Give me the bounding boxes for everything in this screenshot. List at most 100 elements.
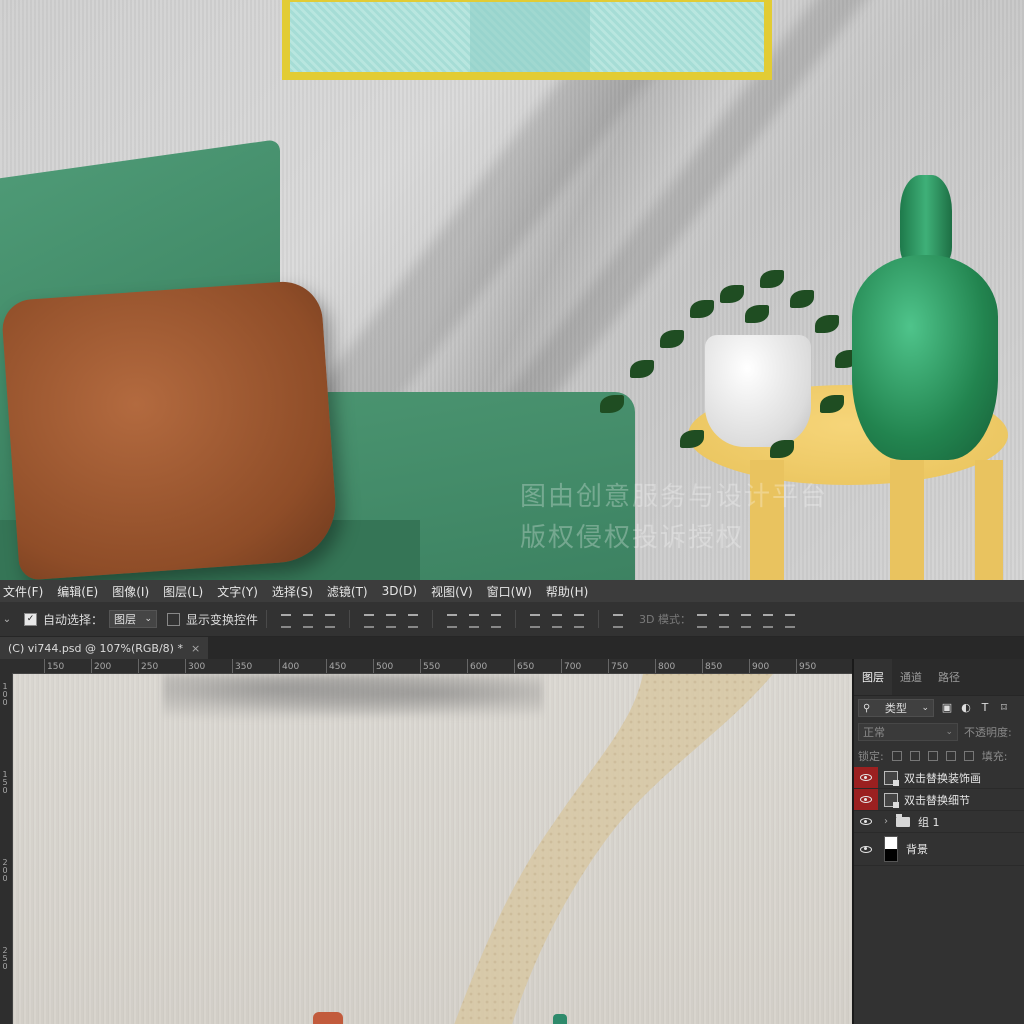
blend-mode-value: 正常 bbox=[863, 726, 885, 739]
align-bottom-icon[interactable] bbox=[323, 612, 337, 628]
options-bar: ⌄ ✓ 自动选择： 图层 ⌄ 显示变换控件 3D 模式： bbox=[0, 602, 1024, 637]
tab-channels[interactable]: 通道 bbox=[892, 659, 930, 695]
distribute-left-icon[interactable] bbox=[528, 612, 542, 628]
layer-row[interactable]: › 组 1 bbox=[854, 811, 1024, 833]
tab-layers[interactable]: 图层 bbox=[854, 659, 892, 695]
layer-name: 组 1 bbox=[918, 815, 940, 829]
auto-select-checkbox[interactable]: ✓ bbox=[24, 612, 37, 626]
layer-kind-dropdown[interactable]: ⚲ 类型 ⌄ bbox=[858, 699, 934, 717]
ruler-tick-label: 350 bbox=[231, 659, 253, 673]
ruler-tick-label: 850 bbox=[701, 659, 723, 673]
distribute-bottom-icon[interactable] bbox=[489, 612, 503, 628]
lock-transparent-icon[interactable] bbox=[891, 751, 902, 761]
blend-mode-dropdown[interactable]: 正常 ⌄ bbox=[858, 723, 958, 741]
auto-select-dropdown[interactable]: 图层 ⌄ bbox=[109, 610, 158, 628]
type-filter-icon[interactable]: T bbox=[979, 702, 991, 714]
mode-3d-label: 3D 模式： bbox=[639, 613, 691, 626]
menu-file[interactable]: 文件(F) bbox=[0, 583, 50, 600]
menu-filter[interactable]: 滤镜(T) bbox=[320, 583, 375, 600]
layer-row[interactable]: 背景 bbox=[854, 833, 1024, 866]
eye-icon bbox=[860, 774, 872, 781]
menu-window[interactable]: 窗口(W) bbox=[480, 583, 539, 600]
wall-picture-frame bbox=[282, 0, 772, 80]
search-icon: ⚲ bbox=[863, 702, 871, 714]
show-transform-label: 显示变换控件 bbox=[186, 612, 259, 627]
divider bbox=[432, 610, 434, 628]
image-filter-icon[interactable]: ▣ bbox=[941, 702, 953, 714]
lock-row: 锁定: 填充: bbox=[854, 744, 1024, 768]
canvas-object-edge bbox=[553, 1014, 567, 1024]
shape-filter-icon[interactable]: ⌑ bbox=[998, 702, 1010, 714]
visibility-toggle[interactable] bbox=[854, 767, 878, 788]
panel-tabs: 图层 通道 路径 bbox=[854, 659, 1024, 696]
blend-row: 正常 ⌄ 不透明度: bbox=[854, 720, 1024, 744]
chevron-right-icon[interactable]: › bbox=[884, 816, 894, 827]
ruler-tick-label: 400 bbox=[278, 659, 300, 673]
distribute-center-icon[interactable] bbox=[467, 612, 481, 628]
orbit-3d-icon[interactable] bbox=[695, 612, 709, 628]
ruler-tick-label: 650 bbox=[513, 659, 535, 673]
auto-select-label: 自动选择： bbox=[43, 612, 104, 627]
chevron-down-icon: ⌄ bbox=[921, 703, 929, 713]
menu-edit[interactable]: 编辑(E) bbox=[50, 583, 105, 600]
lock-artboard-icon[interactable] bbox=[945, 751, 956, 761]
side-table-leg bbox=[975, 460, 1003, 580]
roll-3d-icon[interactable] bbox=[717, 612, 731, 628]
menu-type[interactable]: 文字(Y) bbox=[210, 583, 265, 600]
menu-help[interactable]: 帮助(H) bbox=[539, 583, 595, 600]
menu-layer[interactable]: 图层(L) bbox=[156, 583, 210, 600]
slide-3d-icon[interactable] bbox=[761, 612, 775, 628]
watermark-line-1: 图由创意服务与设计平台 bbox=[520, 482, 829, 512]
side-table-leg bbox=[890, 460, 924, 580]
vertical-ruler[interactable]: 100 150 200 250 bbox=[0, 673, 13, 1024]
drag-3d-icon[interactable] bbox=[739, 612, 753, 628]
document-tab[interactable]: (C) vi744.psd @ 107%(RGB/8) * × bbox=[0, 637, 209, 659]
visibility-toggle[interactable] bbox=[854, 789, 878, 810]
menu-3d[interactable]: 3D(D) bbox=[375, 584, 424, 598]
ruler-tick-label: 600 bbox=[466, 659, 488, 673]
scale-3d-icon[interactable] bbox=[783, 612, 797, 628]
distribute-top-icon[interactable] bbox=[445, 612, 459, 628]
auto-align-icon[interactable] bbox=[611, 612, 625, 628]
tab-paths[interactable]: 路径 bbox=[930, 659, 968, 695]
ruler-tick-label: 250 bbox=[2, 946, 8, 971]
tool-preset-chevron-icon[interactable]: ⌄ bbox=[0, 614, 14, 625]
show-transform-checkbox[interactable] bbox=[167, 612, 181, 626]
divider bbox=[598, 610, 600, 628]
close-icon[interactable]: × bbox=[191, 642, 200, 655]
horizontal-ruler[interactable]: 150 200 250 300 350 400 450 500 550 600 650 700 750 8… bbox=[12, 659, 852, 674]
align-left-icon[interactable] bbox=[362, 612, 376, 628]
visibility-toggle[interactable] bbox=[854, 811, 878, 832]
visibility-toggle[interactable] bbox=[854, 833, 878, 865]
lock-position-icon[interactable] bbox=[927, 751, 938, 761]
distribute-right-icon[interactable] bbox=[572, 612, 586, 628]
menu-view[interactable]: 视图(V) bbox=[424, 583, 480, 600]
ruler-corner bbox=[0, 659, 12, 673]
lock-image-icon[interactable] bbox=[909, 751, 920, 761]
ruler-tick-label: 200 bbox=[90, 659, 112, 673]
layer-kind-label: 类型 bbox=[884, 702, 907, 715]
ruler-tick-label: 700 bbox=[560, 659, 582, 673]
adjustment-filter-icon[interactable]: ◐ bbox=[960, 702, 972, 714]
layer-list: 双击替换装饰画 双击替换细节 › 组 1 背景 bbox=[854, 767, 1024, 866]
distribute-hcenter-icon[interactable] bbox=[550, 612, 564, 628]
layer-filter-row: ⚲ 类型 ⌄ ▣ ◐ T ⌑ bbox=[854, 696, 1024, 720]
green-vase-neck bbox=[900, 175, 952, 265]
document-canvas[interactable] bbox=[13, 674, 852, 1024]
layer-name: 双击替换细节 bbox=[904, 793, 970, 807]
layer-row[interactable]: 双击替换细节 bbox=[854, 789, 1024, 811]
align-vertical-center-icon[interactable] bbox=[301, 612, 315, 628]
ruler-tick-label: 200 bbox=[2, 858, 8, 883]
divider bbox=[266, 610, 268, 628]
lock-all-icon[interactable] bbox=[963, 751, 974, 761]
layer-row[interactable]: 双击替换装饰画 bbox=[854, 767, 1024, 789]
eye-icon bbox=[860, 845, 872, 853]
align-right-icon[interactable] bbox=[406, 612, 420, 628]
menu-image[interactable]: 图像(I) bbox=[105, 583, 156, 600]
fill-label: 填充: bbox=[981, 750, 1008, 763]
menu-select[interactable]: 选择(S) bbox=[265, 583, 320, 600]
align-horizontal-center-icon[interactable] bbox=[384, 612, 398, 628]
align-top-icon[interactable] bbox=[279, 612, 293, 628]
folder-icon bbox=[896, 813, 910, 827]
ruler-tick-label: 450 bbox=[325, 659, 347, 673]
